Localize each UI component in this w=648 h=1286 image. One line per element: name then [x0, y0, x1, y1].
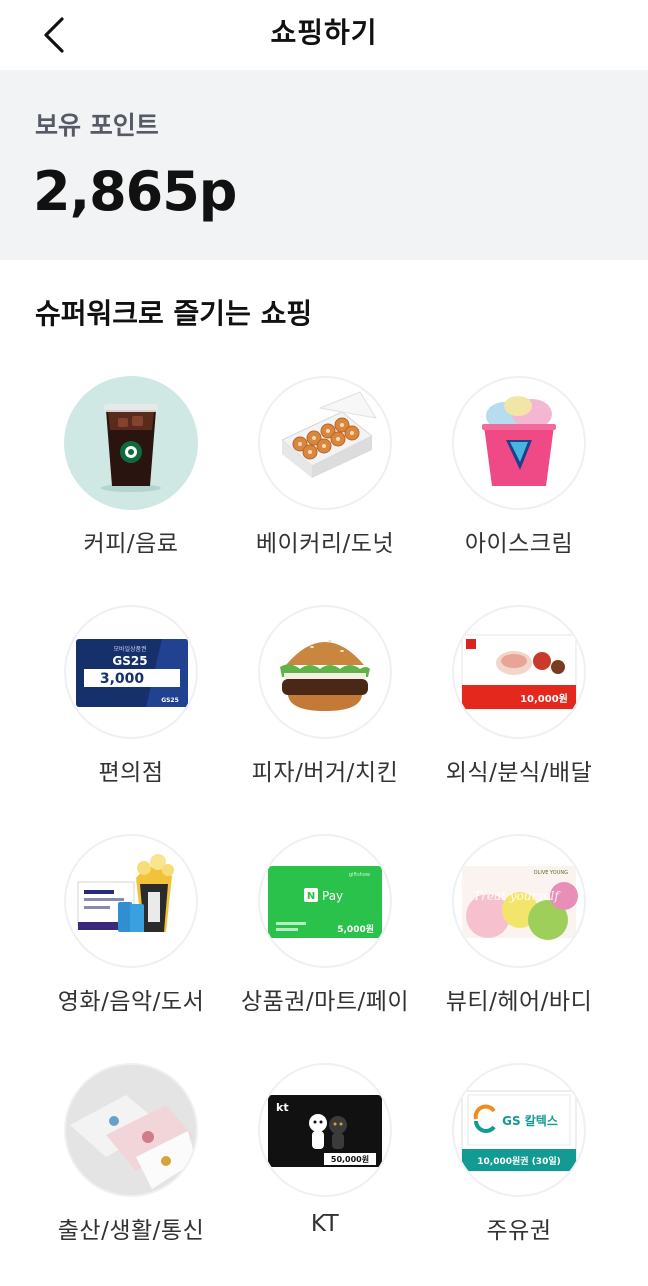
category-coffee-drinks[interactable]: 커피/음료 — [32, 376, 232, 586]
donut-box-image — [258, 376, 392, 510]
svg-text:50,000원: 50,000원 — [331, 1154, 369, 1164]
category-label: 피자/버거/치킨 — [251, 760, 399, 786]
olive-young-card-image: OLIVE YOUNG Treat yourself — [452, 834, 586, 968]
svg-text:5,000원: 5,000원 — [337, 923, 374, 935]
category-gift-mart-pay[interactable]: giftshow N Pay 5,000원 상품권/마트/페이 — [226, 834, 426, 1044]
movie-popcorn-image — [64, 834, 198, 968]
ice-cream-cup-image — [452, 376, 586, 510]
category-kt[interactable]: kt 50,000원 KT — [226, 1063, 426, 1273]
category-label: 외식/분식/배달 — [445, 760, 593, 786]
category-label: 출산/생활/통신 — [57, 1218, 205, 1244]
header-bar: 쇼핑하기 — [0, 0, 648, 70]
category-label: KT — [310, 1211, 340, 1237]
category-pizza-burger-chicken[interactable]: 피자/버거/치킨 — [226, 605, 426, 815]
towels-image — [64, 1063, 198, 1197]
svg-text:10,000원권 (30일): 10,000원권 (30일) — [477, 1155, 560, 1167]
restaurant-voucher-image: 10,000원 — [452, 605, 586, 739]
back-button[interactable] — [30, 12, 78, 58]
category-label: 베이커리/도넛 — [255, 531, 395, 557]
svg-text:OLIVE YOUNG: OLIVE YOUNG — [534, 870, 568, 876]
category-movie-music-books[interactable]: 영화/음악/도서 — [32, 834, 232, 1044]
iced-coffee-image — [64, 376, 198, 510]
svg-text:GS25: GS25 — [112, 654, 147, 668]
gs-caltex-voucher-image: GS 칼텍스 10,000원권 (30일) — [452, 1063, 586, 1197]
svg-text:Treat yourself: Treat yourself — [473, 889, 561, 903]
category-baby-living-telecom[interactable]: 출산/생활/통신 — [32, 1063, 232, 1273]
category-fuel-voucher[interactable]: GS 칼텍스 10,000원권 (30일) 주유권 — [420, 1063, 620, 1273]
gs25-gift-card-image: 모바일상품권 GS25 3,000 GS25 — [64, 605, 198, 739]
burger-image — [258, 605, 392, 739]
category-label: 아이스크림 — [464, 531, 574, 557]
category-convenience-store[interactable]: 모바일상품권 GS25 3,000 GS25 편의점 — [32, 605, 232, 815]
section-title: 슈퍼워크로 즐기는 쇼핑 — [35, 297, 313, 330]
svg-text:GS 칼텍스: GS 칼텍스 — [502, 1113, 558, 1128]
svg-text:kt: kt — [276, 1101, 289, 1114]
chevron-left-icon — [44, 17, 64, 53]
category-beauty-hair-body[interactable]: OLIVE YOUNG Treat yourself 뷰티/헤어/바디 — [420, 834, 620, 1044]
category-label: 편의점 — [98, 760, 164, 786]
svg-text:10,000원: 10,000원 — [520, 692, 568, 705]
category-label: 뷰티/헤어/바디 — [445, 989, 593, 1015]
points-label: 보유 포인트 — [35, 111, 159, 140]
category-label: 상품권/마트/페이 — [240, 989, 410, 1015]
svg-text:Pay: Pay — [322, 889, 343, 903]
svg-text:giftshow: giftshow — [349, 872, 370, 878]
points-value: 2,865p — [33, 160, 237, 223]
points-panel: 보유 포인트 2,865p — [0, 70, 648, 260]
kt-gift-card-image: kt 50,000원 — [258, 1063, 392, 1197]
category-ice-cream[interactable]: 아이스크림 — [420, 376, 620, 586]
svg-text:GS25: GS25 — [161, 697, 179, 704]
category-label: 영화/음악/도서 — [57, 989, 205, 1015]
category-bakery-donut[interactable]: 베이커리/도넛 — [226, 376, 426, 586]
svg-text:N: N — [307, 891, 315, 902]
category-label: 커피/음료 — [83, 531, 179, 557]
category-dining-delivery[interactable]: 10,000원 외식/분식/배달 — [420, 605, 620, 815]
naver-pay-card-image: giftshow N Pay 5,000원 — [258, 834, 392, 968]
category-label: 주유권 — [486, 1218, 552, 1244]
svg-text:모바일상품권: 모바일상품권 — [113, 645, 146, 653]
svg-text:3,000: 3,000 — [100, 671, 145, 687]
page-title: 쇼핑하기 — [270, 16, 378, 49]
